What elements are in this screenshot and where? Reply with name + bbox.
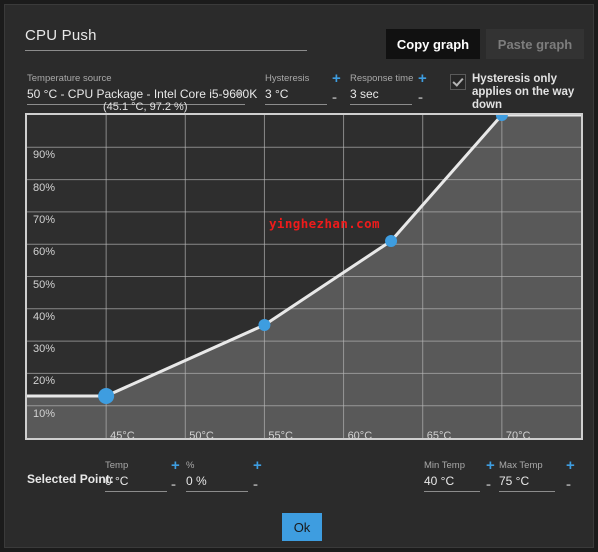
selected-point-label: Selected Point:	[27, 472, 114, 486]
profile-name-input[interactable]: CPU Push	[25, 27, 307, 51]
temperature-source-text: 50 °C - CPU Package - Intel Core i5-9600…	[27, 87, 258, 101]
curve-point-2[interactable]	[258, 318, 271, 331]
hysteresis-label: Hysteresis	[265, 73, 310, 84]
curve-point-3[interactable]	[385, 234, 398, 247]
x-axis-tick-label: 70°C	[505, 430, 531, 442]
max-temp-value[interactable]: 75 °C	[499, 471, 555, 492]
hysteresis-downward-only-checkbox[interactable]: Hysteresis only applies on the way down	[450, 73, 592, 112]
selected-temp-decrement-button[interactable]: -	[171, 477, 176, 492]
y-axis-tick-label: 20%	[33, 375, 56, 388]
x-axis-tick-label: 55°C	[268, 430, 293, 442]
x-axis-tick-label: 65°C	[426, 430, 452, 442]
checkmark-icon[interactable]	[450, 74, 466, 90]
temperature-source-label: Temperature source	[27, 73, 112, 84]
response-time-label: Response time	[350, 73, 414, 84]
cursor-readout: (45.1 °C, 97.2 %)	[103, 101, 188, 113]
selected-percent-label: %	[186, 460, 195, 471]
hysteresis-decrement-button[interactable]: -	[332, 90, 337, 105]
selected-temp-value[interactable]: 0 °C	[105, 471, 167, 492]
selected-percent-value[interactable]: 0 %	[186, 471, 248, 492]
selected-percent-field[interactable]: % 0 %	[186, 460, 248, 492]
response-time-value[interactable]: 3 sec	[350, 84, 412, 105]
dialog-header: CPU Push Copy graph Paste graph	[5, 5, 595, 65]
hysteresis-field[interactable]: Hysteresis 3 °C	[265, 73, 327, 105]
x-axis-tick-label: 45°C	[110, 430, 135, 442]
max-temp-field[interactable]: Max Temp 75 °C	[499, 460, 555, 492]
hysteresis-downward-only-label: Hysteresis only applies on the way down	[472, 73, 575, 111]
x-axis-tick-label: 50°C	[189, 430, 214, 442]
response-time-increment-button[interactable]: +	[418, 71, 427, 86]
fan-curve-dialog: CPU Push Copy graph Paste graph Temperat…	[4, 4, 594, 548]
curve-point-1[interactable]	[98, 388, 115, 405]
response-time-field[interactable]: Response time 3 sec	[350, 73, 414, 105]
fan-curve-plot[interactable]	[27, 115, 581, 438]
y-axis-tick-label: 40%	[33, 310, 56, 323]
response-time-decrement-button[interactable]: -	[418, 90, 423, 105]
y-axis-tick-label: 80%	[33, 181, 56, 194]
min-temp-field[interactable]: Min Temp 40 °C	[424, 460, 480, 492]
min-temp-decrement-button[interactable]: -	[486, 477, 491, 492]
y-axis-tick-label: 50%	[33, 278, 56, 291]
max-temp-label: Max Temp	[499, 460, 543, 471]
max-temp-decrement-button[interactable]: -	[566, 477, 571, 492]
fan-curve-chart[interactable]	[25, 113, 583, 440]
x-axis-tick-label: 60°C	[347, 430, 373, 442]
min-temp-value[interactable]: 40 °C	[424, 471, 480, 492]
copy-graph-button[interactable]: Copy graph	[386, 29, 480, 59]
hysteresis-increment-button[interactable]: +	[332, 71, 341, 86]
profile-name-value: CPU Push	[25, 27, 97, 44]
watermark: yinghezhan.com	[269, 216, 380, 231]
y-axis-tick-label: 90%	[33, 149, 56, 162]
selected-temp-field[interactable]: Temp 0 °C	[105, 460, 167, 492]
paste-graph-button[interactable]: Paste graph	[486, 29, 584, 59]
y-axis-tick-label: 10%	[33, 407, 56, 420]
selected-temp-label: Temp	[105, 460, 129, 471]
hysteresis-value[interactable]: 3 °C	[265, 84, 327, 105]
y-axis-tick-label: 70%	[33, 213, 56, 226]
y-axis-tick-label: 60%	[33, 246, 56, 259]
max-temp-increment-button[interactable]: +	[566, 458, 575, 473]
chevron-down-icon[interactable]	[235, 92, 243, 96]
min-temp-increment-button[interactable]: +	[486, 458, 495, 473]
min-temp-label: Min Temp	[424, 460, 466, 471]
selected-percent-decrement-button[interactable]: -	[253, 477, 258, 492]
selected-temp-increment-button[interactable]: +	[171, 458, 180, 473]
ok-button[interactable]: Ok	[282, 513, 322, 541]
y-axis-tick-label: 30%	[33, 343, 56, 356]
selected-percent-increment-button[interactable]: +	[253, 458, 262, 473]
